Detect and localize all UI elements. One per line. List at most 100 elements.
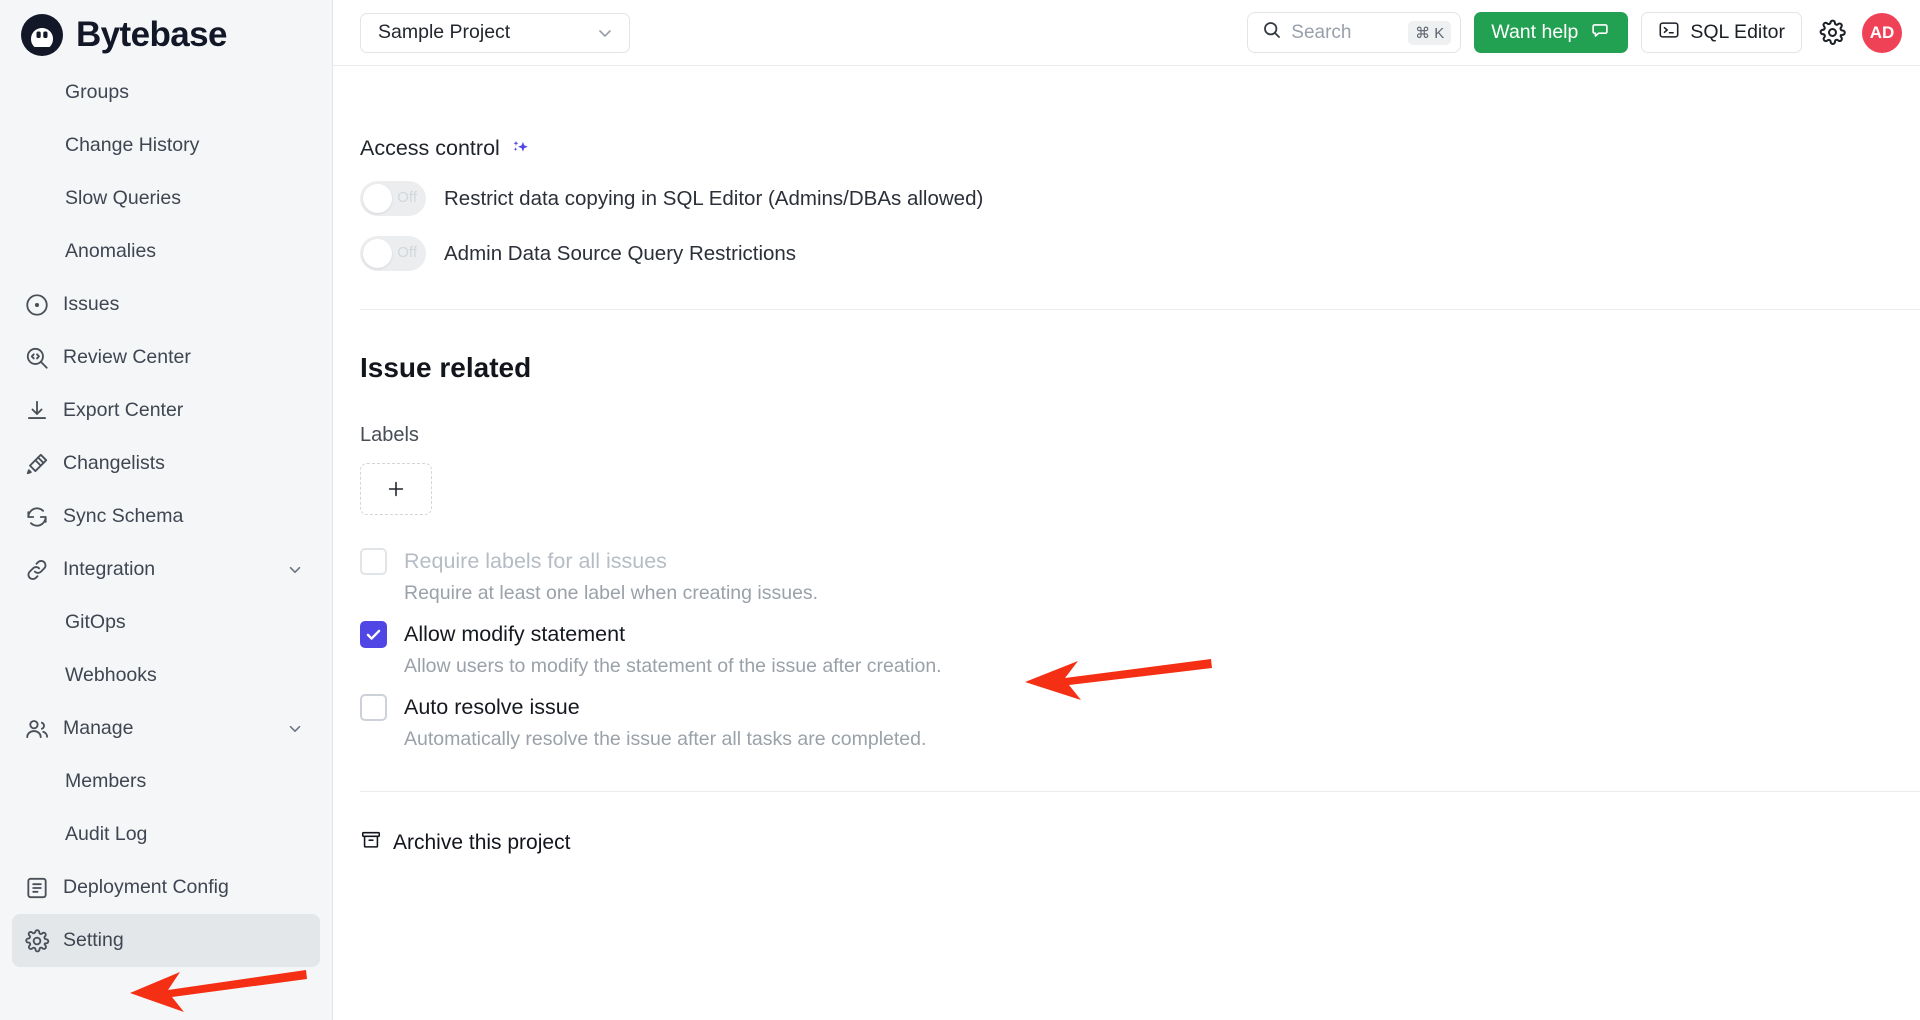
sidebar-item-label: Integration (63, 558, 156, 580)
sidebar: Bytebase Groups Change History Slow Querie… (0, 0, 333, 1020)
users-icon (24, 716, 50, 742)
chat-bubble-icon (1589, 19, 1611, 47)
sidebar-item-label: GitOps (65, 611, 126, 633)
archive-project-label: Archive this project (393, 830, 571, 854)
sidebar-item-label: Sync Schema (63, 505, 184, 527)
sidebar-item-label: Audit Log (65, 823, 148, 845)
circle-dot-icon (24, 292, 50, 318)
sidebar-item-label: Review Center (63, 346, 191, 368)
sidebar-item-label: Changelists (63, 452, 165, 474)
want-help-label: Want help (1491, 21, 1579, 43)
sidebar-item-deployment-config[interactable]: Deployment Config (12, 861, 320, 914)
brand[interactable]: Bytebase (0, 0, 332, 66)
sidebar-item-label: Members (65, 770, 147, 792)
toggle-switch[interactable]: Off (360, 236, 426, 271)
search-placeholder: Search (1291, 21, 1352, 43)
sidebar-item-issues[interactable]: Issues (12, 278, 320, 331)
sidebar-item-sync-schema[interactable]: Sync Schema (12, 490, 320, 543)
chevron-down-icon[interactable] (286, 720, 304, 738)
checkbox-line: Allow modify statement (360, 621, 1920, 648)
sidebar-item-label: Anomalies (65, 240, 157, 262)
sidebar-item-webhooks[interactable]: Webhooks (12, 649, 320, 702)
sidebar-item-anomalies[interactable]: Anomalies (12, 225, 320, 278)
sidebar-item-review-center[interactable]: Review Center (12, 331, 320, 384)
labels-field-label: Labels (360, 424, 419, 446)
toggle-label: Restrict data copying in SQL Editor (Adm… (444, 186, 984, 210)
sidebar-item-groups[interactable]: Groups (12, 66, 320, 119)
toggle-label: Admin Data Source Query Restrictions (444, 241, 797, 265)
toggle-state-label: Off (397, 244, 417, 261)
topbar: Sample Project Search ⌘ K Want help SQL … (333, 0, 1920, 66)
gear-icon (24, 928, 50, 954)
want-help-button[interactable]: Want help (1474, 12, 1629, 53)
gear-icon[interactable] (1815, 16, 1849, 50)
sidebar-item-label: Slow Queries (65, 187, 181, 209)
checkbox-label: Require labels for all issues (404, 549, 667, 573)
sidebar-item-label: Webhooks (65, 664, 157, 686)
sidebar-item-label: Change History (65, 134, 200, 156)
checkbox (360, 548, 387, 575)
checkbox-line: Auto resolve issue (360, 694, 1920, 721)
archive-icon (360, 829, 382, 856)
toggle-state-label: Off (397, 189, 417, 206)
toggle-switch[interactable]: Off (360, 181, 426, 216)
access-control-header: Access control (360, 136, 1920, 161)
sql-editor-button[interactable]: SQL Editor (1641, 12, 1802, 53)
sql-editor-label: SQL Editor (1690, 21, 1785, 43)
chevron-down-icon[interactable] (286, 561, 304, 579)
sidebar-item-label: Groups (65, 81, 129, 103)
brand-name: Bytebase (76, 15, 227, 54)
issue-related-checkboxes: Require labels for all issues Require at … (360, 548, 1920, 751)
divider-2 (360, 791, 1920, 792)
sidebar-item-members[interactable]: Members (12, 755, 320, 808)
search-input[interactable]: Search ⌘ K (1247, 12, 1462, 53)
code-search-icon (24, 345, 50, 371)
issue-related-heading: Issue related (360, 352, 532, 383)
checkbox-description: Require at least one label when creating… (404, 582, 819, 604)
toggle-knob (363, 239, 392, 268)
checkbox-description: Allow users to modify the statement of t… (404, 655, 942, 677)
archive-project-link[interactable]: Archive this project (360, 829, 570, 856)
sidebar-item-slow-queries[interactable]: Slow Queries (12, 172, 320, 225)
sidebar-item-label: Manage (63, 717, 134, 739)
sidebar-item-change-history[interactable]: Change History (12, 119, 320, 172)
sidebar-item-manage[interactable]: Manage (12, 702, 320, 755)
sidebar-item-audit-log[interactable]: Audit Log (12, 808, 320, 861)
project-selector[interactable]: Sample Project (360, 12, 630, 53)
pencil-ruler-icon (24, 451, 50, 477)
add-label-button[interactable] (360, 463, 432, 515)
download-icon (24, 398, 50, 424)
sparkle-icon (509, 138, 531, 160)
access-control-toggle-row: Off Admin Data Source Query Restrictions (360, 236, 1920, 271)
project-selector-value: Sample Project (378, 21, 511, 43)
checkbox-block: Require labels for all issues Require at … (360, 548, 1920, 605)
list-doc-icon (24, 875, 50, 901)
main-area: Sample Project Search ⌘ K Want help SQL … (333, 0, 1920, 1020)
checkbox[interactable] (360, 621, 387, 648)
divider-1 (360, 309, 1920, 310)
sidebar-item-label: Issues (63, 293, 120, 315)
search-shortcut-badge: ⌘ K (1408, 20, 1452, 45)
refresh-icon (24, 504, 50, 530)
checkbox-line: Require labels for all issues (360, 548, 1920, 575)
sidebar-item-changelists[interactable]: Changelists (12, 437, 320, 490)
access-control-toggle-row: Off Restrict data copying in SQL Editor (… (360, 181, 1920, 216)
sidebar-item-gitops[interactable]: GitOps (12, 596, 320, 649)
checkbox-block: Auto resolve issue Automatically resolve … (360, 694, 1920, 751)
link-icon (24, 557, 50, 583)
topbar-actions: Search ⌘ K Want help SQL Editor AD (1247, 12, 1902, 53)
chevron-down-icon (595, 23, 615, 43)
search-icon (1262, 20, 1282, 45)
access-control-title: Access control (360, 136, 500, 160)
checkbox[interactable] (360, 694, 387, 721)
sidebar-item-label: Deployment Config (63, 876, 229, 898)
sidebar-item-export-center[interactable]: Export Center (12, 384, 320, 437)
terminal-icon (1658, 19, 1680, 47)
sidebar-item-label: Setting (63, 929, 124, 951)
checkbox-block: Allow modify statement Allow users to mod… (360, 621, 1920, 678)
settings-content: Access control Off Restrict data copying … (333, 136, 1920, 856)
sidebar-nav: Groups Change History Slow Queries Anomalie… (0, 66, 332, 967)
avatar[interactable]: AD (1862, 12, 1902, 53)
sidebar-item-setting[interactable]: Setting (12, 914, 320, 967)
sidebar-item-integration[interactable]: Integration (12, 543, 320, 596)
